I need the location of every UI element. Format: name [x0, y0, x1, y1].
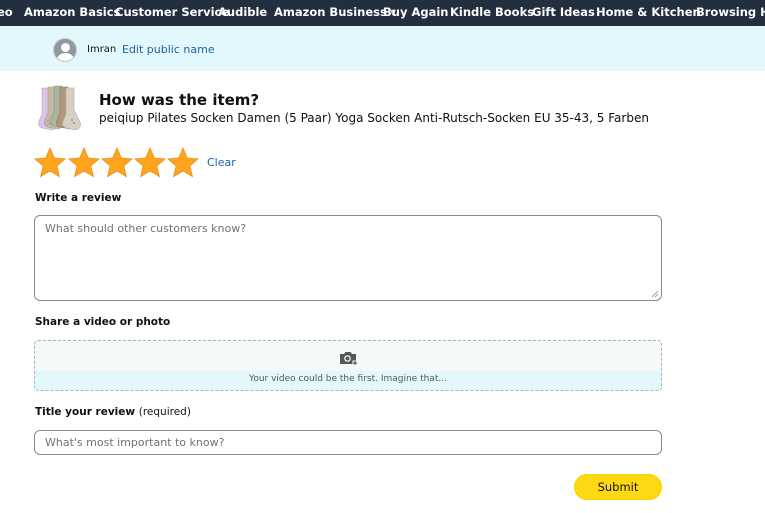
nav-item-amazon-basics[interactable]: Amazon Basics [24, 0, 120, 26]
avatar-body [57, 53, 74, 61]
camera-add-icon[interactable] [338, 350, 358, 366]
nav-item-amazon-business[interactable]: Amazon Business ▼ [274, 0, 396, 26]
title-label-text: Title your review [35, 406, 136, 418]
nav-item-amazon-business-label: Amazon Business [274, 5, 387, 19]
edit-public-name-link[interactable]: Edit public name [122, 43, 215, 56]
review-title-input[interactable]: What's most important to know? [34, 430, 662, 455]
star-icon-3[interactable] [100, 146, 134, 180]
resize-handle-icon[interactable] [651, 290, 659, 298]
nav-item-kindle-books[interactable]: Kindle Books [450, 0, 534, 26]
review-placeholder: What should other customers know? [45, 222, 247, 235]
required-note: (required) [138, 406, 191, 418]
avatar [53, 38, 77, 62]
review-textarea[interactable]: What should other customers know? [34, 215, 662, 301]
nav-item-customer-service[interactable]: Customer Service [115, 0, 229, 26]
star-icon-1[interactable] [33, 146, 67, 180]
nav-item-browsing-history[interactable]: Browsing Hist [696, 0, 765, 26]
star-icon-5[interactable] [166, 146, 200, 180]
clear-rating-link[interactable]: Clear [207, 156, 236, 169]
question-heading: How was the item? [99, 91, 260, 109]
media-prompt-text: Your video could be the first. Imagine t… [249, 374, 447, 384]
nav-item-audible[interactable]: Audible [218, 0, 267, 26]
nav-item-prime-video[interactable]: eo [0, 0, 13, 26]
title-placeholder: What's most important to know? [45, 436, 225, 449]
top-nav-bar: eo Amazon Basics Customer Service Audibl… [0, 0, 765, 26]
nav-item-home-kitchen[interactable]: Home & Kitchen [596, 0, 701, 26]
review-label: Write a review [35, 192, 122, 204]
nav-item-buy-again[interactable]: Buy Again [383, 0, 448, 26]
submit-button[interactable]: Submit [574, 474, 662, 500]
avatar-head [61, 43, 70, 52]
star-icon-4[interactable] [133, 146, 167, 180]
product-image [38, 85, 81, 131]
star-icon-2[interactable] [67, 146, 101, 180]
product-name: peiqiup Pilates Socken Damen (5 Paar) Yo… [99, 111, 649, 125]
nav-item-gift-ideas[interactable]: Gift Ideas [532, 0, 595, 26]
media-label: Share a video or photo [35, 316, 171, 328]
title-label: Title your review (required) [35, 406, 191, 418]
media-upload-area[interactable]: Your video could be the first. Imagine t… [34, 340, 662, 391]
profile-bar: Imran Edit public name [0, 26, 765, 71]
profile-name: Imran [87, 44, 117, 55]
